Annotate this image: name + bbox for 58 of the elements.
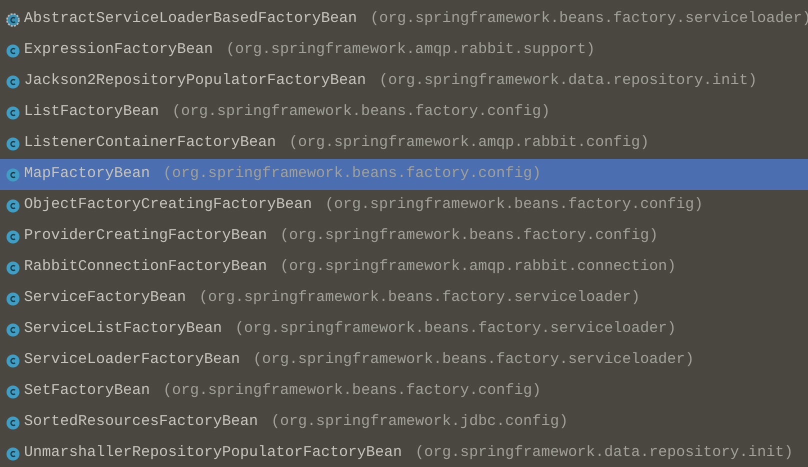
class-name: UnmarshallerRepositoryPopulatorFactoryBean [24,443,402,464]
package-name: (org.springframework.amqp.rabbit.connection) [280,257,676,278]
class-list-item[interactable]: Jackson2RepositoryPopulatorFactoryBean (org.springframework.data.repository.init) [0,66,808,97]
class-list-item[interactable]: SortedResourcesFactoryBean (org.springframework.jdbc.config) [0,407,808,438]
package-name: (org.springframework.amqp.rabbit.config) [289,133,650,154]
package-name: (org.springframework.beans.factory.config) [325,195,704,216]
abstract-class-icon [6,12,20,26]
package-name: (org.springframework.beans.factory.config) [172,102,550,122]
class-name: ServiceFactoryBean [24,288,186,308]
class-list-item[interactable]: RabbitConnectionFactoryBean (org.springframework.amqp.rabbit.connection) [0,252,808,283]
package-name: (org.springframework.data.repository.init) [415,443,794,464]
class-icon [6,74,20,88]
class-name: ExpressionFactoryBean [24,40,214,60]
class-list-item[interactable]: ObjectFactoryCreatingFactoryBean (org.springframework.beans.factory.config) [0,190,808,221]
class-name: ProviderCreatingFactoryBean [24,226,268,246]
class-icon [6,230,20,244]
package-name: (org.springframework.beans.factory.serviceloader) [253,350,694,370]
class-name: SortedResourcesFactoryBean [24,412,258,432]
class-name: Jackson2RepositoryPopulatorFactoryBean [24,71,366,92]
package-name: (org.springframework.beans.factory.serviceloader) [199,288,640,308]
class-icon [6,106,20,120]
class-list-item[interactable]: ServiceListFactoryBean (org.springframework.beans.factory.serviceloader) [0,314,808,345]
class-icon [6,354,20,368]
class-icon [6,198,20,212]
class-name: ObjectFactoryCreatingFactoryBean [24,195,312,216]
class-icon [6,136,20,150]
package-name: (org.springframework.beans.factory.config) [163,381,542,402]
class-name: MapFactoryBean [24,164,150,184]
class-list-item[interactable]: ServiceFactoryBean (org.springframework.beans.factory.serviceloader) [0,283,808,314]
package-name: (org.springframework.amqp.rabbit.support) [226,40,596,60]
class-list-item[interactable]: SetFactoryBean (org.springframework.beans.factory.config) [0,376,808,407]
package-name: (org.springframework.jdbc.config) [271,412,568,432]
class-icon [6,260,20,274]
class-icon [6,384,20,398]
class-icon [6,168,20,182]
package-name: (org.springframework.beans.factory.serviceloader) [235,319,676,340]
class-name: RabbitConnectionFactoryBean [24,257,268,278]
package-name: (org.springframework.data.repository.init) [379,71,758,92]
class-icon [6,446,20,460]
class-icon [6,44,20,58]
class-list-item[interactable]: UnmarshallerRepositoryPopulatorFactoryBean (org.springframework.data.repository.init) [0,438,808,467]
class-icon [6,416,20,430]
class-icon [6,322,20,336]
class-icon [6,292,20,306]
class-name: ListFactoryBean [24,102,160,122]
class-list-item[interactable]: MapFactoryBean (org.springframework.beans.factory.config) [0,159,808,190]
class-list-item[interactable]: ListFactoryBean (org.springframework.beans.factory.config) [0,97,808,128]
class-list-item[interactable]: ProviderCreatingFactoryBean (org.springframework.beans.factory.config) [0,221,808,252]
class-name: SetFactoryBean [24,381,150,402]
class-name: ServiceLoaderFactoryBean [24,350,240,370]
package-name: (org.springframework.beans.factory.config) [280,226,658,246]
class-list-item[interactable]: ListenerContainerFactoryBean (org.springframework.amqp.rabbit.config) [0,128,808,159]
class-name: AbstractServiceLoaderBasedFactoryBean [24,9,358,30]
class-name: ListenerContainerFactoryBean [24,133,276,154]
class-name: ServiceListFactoryBean [24,319,222,340]
class-list-item[interactable]: ExpressionFactoryBean (org.springframework.amqp.rabbit.support) [0,35,808,66]
class-list-item[interactable]: ServiceLoaderFactoryBean (org.springframework.beans.factory.serviceloader) [0,345,808,376]
package-name: (org.springframework.beans.factory.config) [163,164,542,184]
